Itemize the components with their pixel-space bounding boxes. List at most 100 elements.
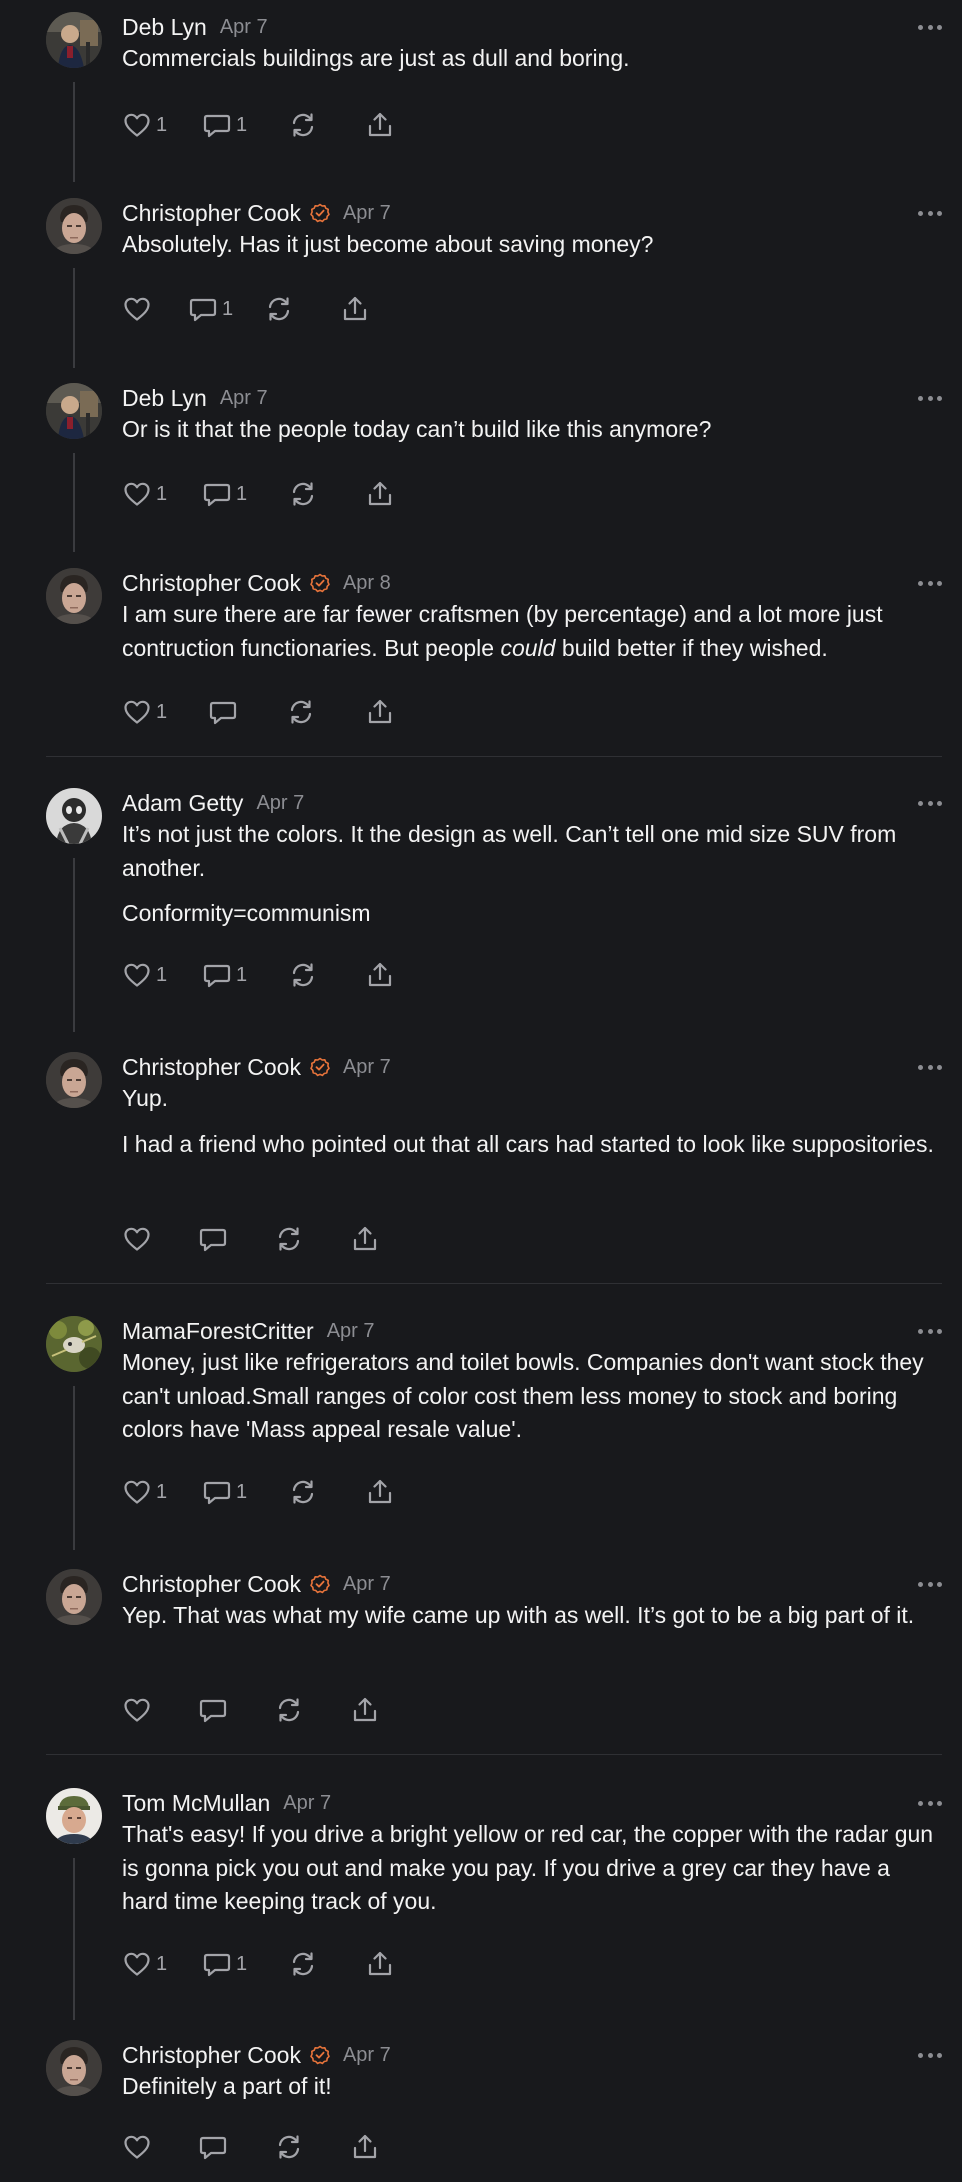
comment-paragraph: Yep. That was what my wife came up with …	[122, 1602, 915, 1628]
share-button[interactable]	[340, 294, 370, 324]
reply-button[interactable]: 1	[188, 294, 233, 324]
like-button[interactable]: 1	[122, 1477, 167, 1507]
author-name[interactable]: Tom McMullan	[122, 1790, 270, 1817]
verified-badge-icon	[310, 203, 330, 223]
avatar[interactable]	[46, 383, 102, 439]
comment-date[interactable]: Apr 8	[343, 572, 391, 595]
like-button[interactable]: 1	[122, 960, 167, 990]
author-name[interactable]: Adam Getty	[122, 790, 243, 817]
like-button[interactable]	[122, 2132, 152, 2162]
reply-button[interactable]: 1	[202, 110, 247, 140]
restack-icon	[288, 110, 318, 140]
reply-button[interactable]: 1	[202, 479, 247, 509]
like-button[interactable]: 1	[122, 479, 167, 509]
restack-button[interactable]	[288, 110, 318, 140]
author-name[interactable]: Christopher Cook	[122, 570, 301, 597]
restack-button[interactable]	[264, 294, 294, 324]
reply-button[interactable]	[208, 697, 238, 727]
reply-button[interactable]: 1	[202, 1477, 247, 1507]
comment-date[interactable]: Apr 7	[343, 202, 391, 225]
share-button[interactable]	[350, 1695, 380, 1725]
more-options-icon[interactable]	[918, 798, 942, 808]
comment-bubble-icon	[208, 697, 238, 727]
restack-button[interactable]	[288, 1477, 318, 1507]
avatar[interactable]	[46, 788, 102, 844]
comment-text: Commercials buildings are just as dull a…	[122, 42, 942, 76]
comment-date[interactable]: Apr 7	[220, 16, 268, 39]
author-name[interactable]: Deb Lyn	[122, 385, 207, 412]
comment-date[interactable]: Apr 7	[343, 2044, 391, 2067]
author-name[interactable]: Christopher Cook	[122, 1571, 301, 1598]
avatar[interactable]	[46, 1569, 102, 1625]
like-button[interactable]: 1	[122, 1949, 167, 1979]
comment-body: Christopher Cook Apr 7 Yep. That was what …	[122, 1569, 942, 1723]
share-button[interactable]	[365, 1949, 395, 1979]
author-name[interactable]: Deb Lyn	[122, 14, 207, 41]
more-options-icon[interactable]	[918, 1326, 942, 1336]
comment-date[interactable]: Apr 7	[283, 1792, 331, 1815]
author-name[interactable]: Christopher Cook	[122, 1054, 301, 1081]
share-button[interactable]	[365, 1477, 395, 1507]
more-options-icon[interactable]	[918, 22, 942, 32]
like-button[interactable]: 1	[122, 110, 167, 140]
restack-button[interactable]	[274, 1695, 304, 1725]
author-name[interactable]: Christopher Cook	[122, 2042, 301, 2069]
comment-bubble-icon	[188, 294, 218, 324]
comment-bubble-icon	[198, 2132, 228, 2162]
more-options-icon[interactable]	[918, 1798, 942, 1808]
comment-date[interactable]: Apr 7	[343, 1573, 391, 1596]
thread-line	[73, 858, 75, 1032]
avatar[interactable]	[46, 198, 102, 254]
restack-button[interactable]	[286, 697, 316, 727]
avatar[interactable]	[46, 1052, 102, 1108]
comment-date[interactable]: Apr 7	[327, 1320, 375, 1343]
like-button[interactable]	[122, 1695, 152, 1725]
restack-button[interactable]	[274, 1224, 304, 1254]
avatar[interactable]	[46, 2040, 102, 2096]
author-name[interactable]: Christopher Cook	[122, 200, 301, 227]
more-options-icon[interactable]	[918, 578, 942, 588]
like-button[interactable]	[122, 294, 152, 324]
share-button[interactable]	[350, 1224, 380, 1254]
more-options-icon[interactable]	[918, 1062, 942, 1072]
comment-header: Tom McMullan Apr 7	[122, 1788, 942, 1818]
share-button[interactable]	[365, 479, 395, 509]
avatar[interactable]	[46, 1788, 102, 1844]
share-icon	[365, 479, 395, 509]
more-options-icon[interactable]	[918, 2050, 942, 2060]
more-options-icon[interactable]	[918, 393, 942, 403]
comment-date[interactable]: Apr 7	[256, 792, 304, 815]
share-button[interactable]	[365, 110, 395, 140]
avatar[interactable]	[46, 568, 102, 624]
like-button[interactable]: 1	[122, 697, 167, 727]
reply-button[interactable]: 1	[202, 960, 247, 990]
reply-button[interactable]	[198, 1695, 228, 1725]
verified-badge-icon	[310, 1574, 330, 1594]
comment-bubble-icon	[202, 110, 232, 140]
comment-body: Christopher Cook Apr 8 I am sure there are…	[122, 568, 942, 725]
restack-button[interactable]	[288, 960, 318, 990]
restack-button[interactable]	[288, 479, 318, 509]
avatar[interactable]	[46, 12, 102, 68]
reply-button[interactable]	[198, 1224, 228, 1254]
share-button[interactable]	[365, 697, 395, 727]
comment-text: That's easy! If you drive a bright yello…	[122, 1818, 942, 1919]
share-icon	[350, 1224, 380, 1254]
more-options-icon[interactable]	[918, 1579, 942, 1589]
restack-button[interactable]	[288, 1949, 318, 1979]
like-button[interactable]	[122, 1224, 152, 1254]
more-options-icon[interactable]	[918, 208, 942, 218]
restack-icon	[288, 1949, 318, 1979]
like-count: 1	[156, 1480, 168, 1503]
comment-date[interactable]: Apr 7	[220, 387, 268, 410]
avatar[interactable]	[46, 1316, 102, 1372]
reply-button[interactable]	[198, 2132, 228, 2162]
share-button[interactable]	[350, 2132, 380, 2162]
comment-date[interactable]: Apr 7	[343, 1056, 391, 1079]
author-name[interactable]: MamaForestCritter	[122, 1318, 314, 1345]
thread-divider	[46, 756, 942, 757]
share-button[interactable]	[365, 960, 395, 990]
restack-button[interactable]	[274, 2132, 304, 2162]
share-icon	[365, 697, 395, 727]
reply-button[interactable]: 1	[202, 1949, 247, 1979]
